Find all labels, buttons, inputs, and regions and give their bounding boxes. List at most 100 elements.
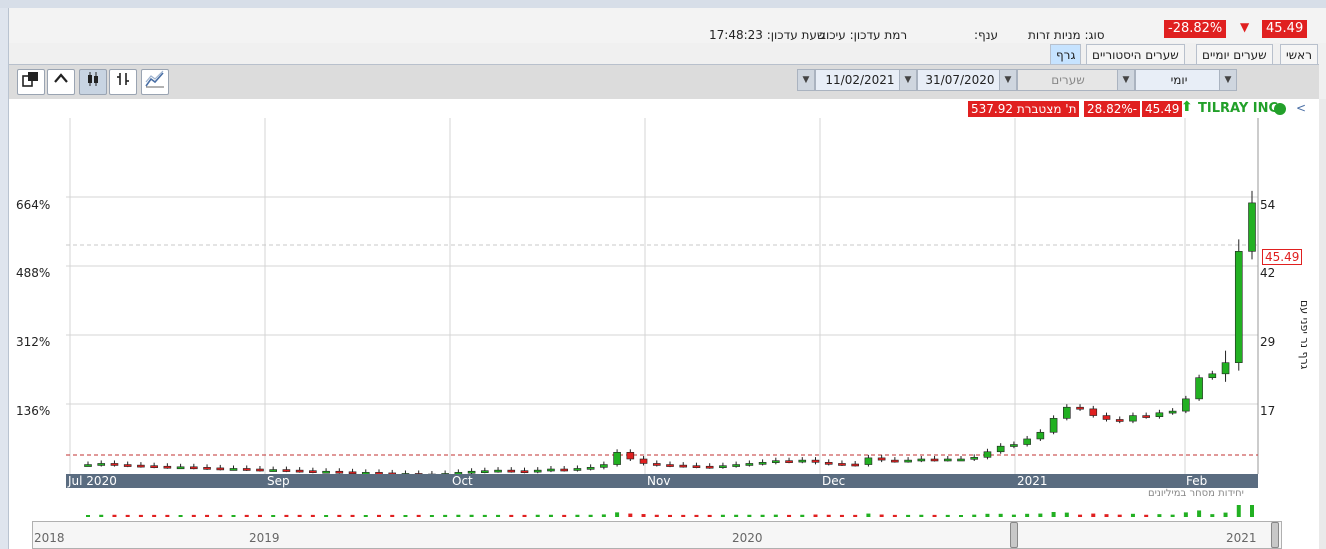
left-axis-tick: 664% [16,198,51,212]
volume-bar [959,515,963,517]
candle-body [996,445,1005,453]
volume-bar [654,514,659,517]
candle-body [943,458,952,462]
left-axis-tick: 136% [16,404,51,418]
volume-bar [152,514,157,517]
right-axis-tick: 29 [1260,335,1276,349]
x-axis-label: Feb [1186,474,1208,488]
volume-bar [218,514,223,517]
candle-body [1195,377,1203,400]
candle-body [1208,373,1217,379]
volume-bar [548,514,553,517]
candle-body [877,457,886,461]
candle-body [176,466,185,470]
x-axis-label: Dec [822,474,846,488]
volume-bar [826,514,831,517]
volume-bar [668,514,672,517]
right-axis-tick: 17 [1260,404,1276,418]
candle-body [150,465,158,468]
candle-body [573,468,582,471]
volume-bar [1183,512,1188,517]
navigator-right-handle[interactable] [1271,522,1279,548]
volume-bar [853,514,858,517]
volume-bar [773,514,778,517]
candle-body [692,465,701,468]
volume-bar [588,514,593,517]
candle-body [110,463,119,466]
candle-body [705,465,714,469]
volume-bar [892,514,897,517]
volume-bar [945,514,950,517]
volume-bar [377,514,381,517]
navigator-year-label: 2018 [34,531,65,545]
volume-bar [562,514,567,517]
candle-body [1063,406,1071,419]
candle-body [772,460,780,463]
volume-bar [403,515,408,517]
volume-bar [205,514,210,517]
candle-body [1221,362,1230,375]
candle-body [613,452,621,465]
volume-bar [363,515,368,517]
candle-body [84,464,92,467]
x-axis-label: Jul 2020 [68,474,117,488]
x-axis-label: Nov [647,474,671,488]
candle-body [758,462,767,465]
candle-body [190,466,198,470]
volume-bar [760,514,765,517]
volume-bar [1130,513,1135,517]
volume-bar [575,514,580,517]
volume-bar [1038,513,1043,517]
candle-body [930,458,939,462]
candle-body [1155,412,1164,417]
candle-body [1168,410,1177,414]
volume-bar [1117,514,1122,517]
volume-bar [522,514,527,517]
candle-body [533,469,542,473]
candle-body [1102,415,1111,420]
volume-bar [112,514,117,517]
volume-bar [628,513,633,517]
volume-bar [813,514,818,517]
candle-body [137,464,145,468]
candle-body [1182,398,1190,412]
candle-body [216,467,225,471]
last-price-tag: 45.49 [1262,249,1303,265]
right-axis-title: גרף נר יפני עם [1298,300,1311,370]
volume-bar [919,514,924,517]
navigator-left-handle[interactable] [1010,522,1018,548]
candle-body [242,468,251,471]
volume-bar [469,514,474,517]
candle-body [1115,419,1124,422]
candle-body [547,468,555,472]
volume-bar [297,514,302,517]
timeline-navigator[interactable] [32,521,1282,549]
candle-body [1049,418,1058,433]
navigator-year-label: 2019 [249,531,280,545]
volume-bar [429,515,434,517]
right-axis-tick: 54 [1260,198,1276,212]
candle-body [1023,438,1031,445]
candle-body [639,458,648,464]
candle-body [507,469,516,473]
chart-svg [34,118,1275,547]
candle-body [970,457,979,460]
navigator-year-label: 2020 [732,531,763,545]
volume-bar [86,515,90,517]
navigator-year-label: 2021 [1226,531,1257,545]
candle-body [229,468,238,471]
candle-body [1234,251,1243,363]
x-axis-label: 2021 [1017,474,1048,488]
left-axis-tick: 488% [16,266,51,280]
candle-body [891,459,899,463]
left-axis-tick: 312% [16,335,51,349]
volume-bar [496,514,501,517]
volume-bar [138,514,143,517]
volume-bar [641,514,646,517]
volume-bar [694,514,699,517]
volume-bar [720,514,725,517]
volume-bar [747,514,752,517]
volume-bar [178,515,183,517]
volume-bar [535,514,540,517]
candle-body [600,464,608,468]
